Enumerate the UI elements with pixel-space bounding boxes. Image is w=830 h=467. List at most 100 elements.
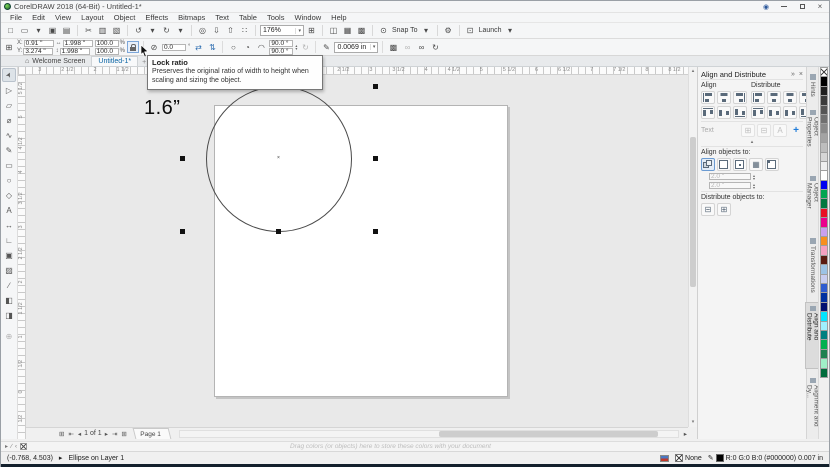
selection-handle-s[interactable] bbox=[276, 229, 281, 234]
redo-dropdown[interactable]: ▾ bbox=[174, 24, 187, 37]
mirror-vertical-button[interactable]: ⇅ bbox=[206, 41, 218, 53]
tool-transparency[interactable]: ▨ bbox=[2, 263, 16, 277]
align-point-y-field[interactable]: 2.0 " bbox=[709, 182, 751, 189]
distribute-top-button[interactable] bbox=[751, 106, 765, 119]
end-angle-field[interactable]: 90.0 ° bbox=[269, 48, 293, 55]
first-page-button[interactable]: ⇤ bbox=[67, 430, 74, 438]
menu-item[interactable]: Window bbox=[289, 13, 326, 22]
outline-width-combo[interactable]: 0.0069 in▾ bbox=[334, 42, 378, 53]
menu-item[interactable]: Table bbox=[234, 13, 262, 22]
text-align-bounding-box-button[interactable]: A bbox=[773, 124, 787, 137]
menu-item[interactable]: Tools bbox=[262, 13, 290, 22]
status-expander-icon[interactable]: ▸ bbox=[59, 454, 63, 462]
distribute-left-button[interactable] bbox=[751, 91, 765, 104]
scroll-down-arrow[interactable]: ▾ bbox=[689, 418, 697, 427]
save-button[interactable]: ▣ bbox=[46, 24, 59, 37]
menu-item[interactable]: File bbox=[5, 13, 27, 22]
selection-handle-ne[interactable] bbox=[373, 84, 378, 89]
selection-handle-w[interactable] bbox=[180, 156, 185, 161]
rotation-angle-field[interactable]: 0.0 bbox=[162, 44, 186, 51]
full-screen-preview-button[interactable]: ⊞ bbox=[305, 24, 318, 37]
account-icon[interactable]: ◉ bbox=[757, 1, 775, 12]
snap-to-dropdown[interactable]: ▾ bbox=[420, 24, 433, 37]
chain-link-button-2[interactable]: ∞ bbox=[415, 41, 427, 53]
import-button[interactable]: ⇩ bbox=[210, 24, 223, 37]
fill-none-swatch[interactable] bbox=[675, 454, 683, 462]
launch-label[interactable]: Launch bbox=[479, 27, 502, 34]
selection-handle-e[interactable] bbox=[373, 156, 378, 161]
align-bottom-button[interactable] bbox=[733, 106, 747, 119]
align-center-horizontally-button[interactable] bbox=[717, 91, 731, 104]
convert-to-curves-button[interactable]: ↻ bbox=[429, 41, 441, 53]
tool-crop[interactable]: ▱ bbox=[2, 98, 16, 112]
object-x-field[interactable]: 0.91 " bbox=[24, 40, 54, 47]
start-angle-field[interactable]: 90.0 ° bbox=[269, 40, 293, 47]
align-center-vertically-button[interactable] bbox=[717, 106, 731, 119]
open-button[interactable]: ▭ bbox=[18, 24, 31, 37]
chain-link-button-1[interactable]: ∞ bbox=[401, 41, 413, 53]
align-right-button[interactable] bbox=[733, 91, 747, 104]
tool-dimension[interactable]: ↔ bbox=[2, 218, 16, 232]
align-left-button[interactable] bbox=[701, 91, 715, 104]
selection-handle-se[interactable] bbox=[373, 229, 378, 234]
tool-text[interactable]: A bbox=[2, 203, 16, 217]
tool-interactive-fill[interactable]: ◧ bbox=[2, 293, 16, 307]
vertical-ruler[interactable]: 5 1/254 1/243 1/232 1/221 1/211/201/2 bbox=[18, 75, 26, 439]
vertical-scroll-thumb[interactable] bbox=[690, 137, 696, 287]
last-page-button[interactable]: ⇥ bbox=[111, 430, 118, 438]
search-content-button[interactable]: ◎ bbox=[196, 24, 209, 37]
distribute-center-h-button[interactable] bbox=[767, 91, 781, 104]
docker-flyout-icon[interactable]: » bbox=[791, 71, 795, 78]
menu-item[interactable]: Layout bbox=[76, 13, 109, 22]
tool-zoom[interactable]: ⌀ bbox=[2, 113, 16, 127]
undo-button[interactable]: ↺ bbox=[132, 24, 145, 37]
paste-button[interactable]: ▧ bbox=[110, 24, 123, 37]
menu-item[interactable]: Help bbox=[326, 13, 351, 22]
distribute-spacing-h-button[interactable] bbox=[783, 91, 797, 104]
horizontal-ruler[interactable]: 32 1/221 1/211/201/211 1/222 1/233 1/244… bbox=[18, 67, 697, 75]
outline-color-swatch[interactable] bbox=[716, 454, 724, 462]
tool-color-eyedropper[interactable]: ∕ bbox=[2, 278, 16, 292]
tab-welcome-screen[interactable]: ⌂ Welcome Screen bbox=[19, 56, 91, 66]
align-to-active-objects-button[interactable] bbox=[701, 158, 715, 171]
menu-item[interactable]: Object bbox=[109, 13, 141, 22]
tab-untitled-1[interactable]: Untitled-1* bbox=[91, 56, 138, 66]
menu-item[interactable]: View bbox=[50, 13, 76, 22]
angle-spinner[interactable]: ▴▾ bbox=[295, 44, 297, 50]
wrap-paragraph-text-button[interactable]: ▩ bbox=[387, 41, 399, 53]
object-width-field[interactable]: 1.998 " bbox=[63, 40, 93, 47]
docker-close-icon[interactable]: × bbox=[799, 71, 803, 78]
page-1-tab[interactable]: Page 1 bbox=[132, 428, 170, 439]
dimension-text[interactable]: 1.6” bbox=[144, 97, 180, 120]
distribute-right-button[interactable] bbox=[799, 91, 806, 104]
launch-dropdown[interactable]: ▾ bbox=[504, 24, 517, 37]
restore-button[interactable] bbox=[793, 1, 811, 12]
distribute-to-selection-button[interactable]: ⊟ bbox=[701, 203, 715, 216]
distribute-spacing-v-button[interactable] bbox=[783, 106, 797, 119]
document-color-proof-icon[interactable] bbox=[660, 455, 669, 462]
tool-rectangle[interactable]: ▭ bbox=[2, 158, 16, 172]
scale-v-field[interactable]: 100.0 bbox=[95, 48, 119, 55]
tool-polygon[interactable]: ◇ bbox=[2, 188, 16, 202]
tool-connector[interactable]: ∟ bbox=[2, 233, 16, 247]
palette-swatch[interactable] bbox=[820, 368, 828, 378]
docker-tab[interactable]: Hints bbox=[809, 71, 816, 100]
menu-item[interactable]: Text bbox=[210, 13, 234, 22]
align-to-page-edge-button[interactable] bbox=[717, 158, 731, 171]
arc-mode-button[interactable]: ◠ bbox=[255, 41, 267, 53]
vertical-scrollbar[interactable]: ▴ ▾ bbox=[688, 67, 697, 427]
undo-dropdown[interactable]: ▾ bbox=[146, 24, 159, 37]
cut-button[interactable]: ✂ bbox=[82, 24, 95, 37]
print-button[interactable]: ▤ bbox=[60, 24, 73, 37]
object-center-marker[interactable]: × bbox=[277, 157, 280, 160]
redo-button[interactable]: ↻ bbox=[160, 24, 173, 37]
align-top-button[interactable] bbox=[701, 106, 715, 119]
palette-scroll-left-icon[interactable]: ‹ bbox=[15, 444, 17, 450]
palette-flyout-icon[interactable]: ▸ bbox=[5, 443, 8, 450]
align-to-page-center-button[interactable] bbox=[733, 158, 747, 171]
text-align-last-baseline-button[interactable]: ⊟ bbox=[757, 124, 771, 137]
change-direction-button[interactable]: ↻ bbox=[299, 41, 311, 53]
open-dropdown[interactable]: ▾ bbox=[32, 24, 45, 37]
drawing-canvas[interactable]: 1.6” × bbox=[26, 75, 688, 427]
snap-icon[interactable]: ⊙ bbox=[377, 24, 390, 37]
